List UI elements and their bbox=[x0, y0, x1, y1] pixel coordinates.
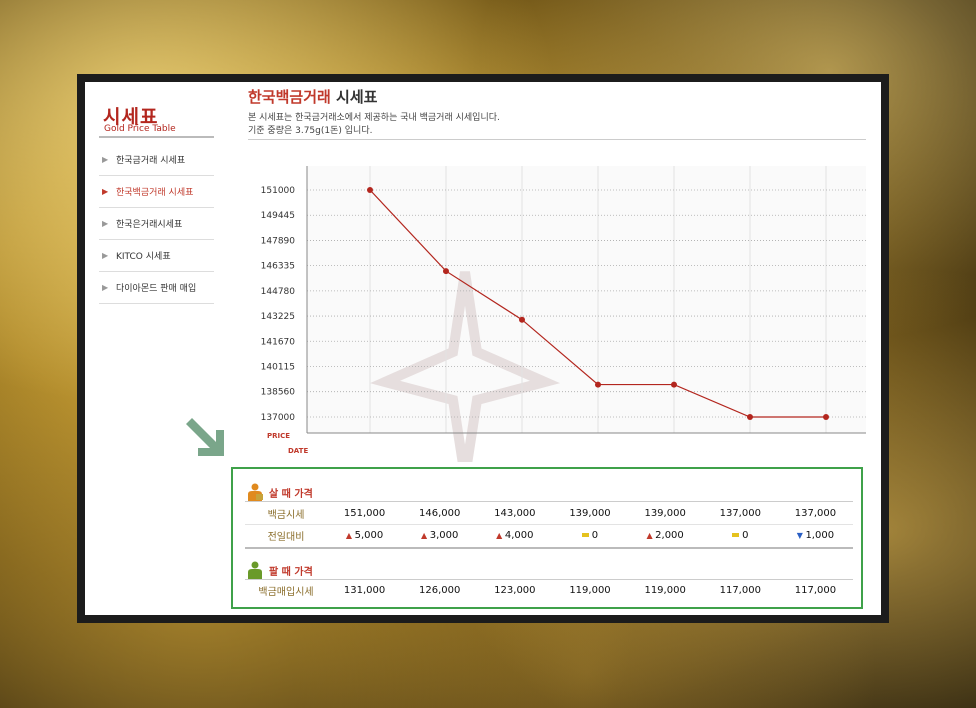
data-point bbox=[443, 268, 449, 275]
change-value: 5,000 bbox=[354, 529, 384, 541]
flat-dash-icon bbox=[732, 532, 740, 537]
price-cell: 119,000 bbox=[569, 584, 611, 596]
buy-price-row: 백금시세 151,000 146,000 143,000 139,000 139… bbox=[245, 503, 853, 523]
price-cell: 139,000 bbox=[569, 507, 611, 519]
change-cell: ▲ 4,000 bbox=[477, 530, 552, 541]
y-tick-label: 146335 bbox=[261, 262, 295, 272]
y-tick-label: 149445 bbox=[261, 211, 295, 221]
data-point bbox=[747, 414, 753, 420]
buy-divider bbox=[245, 501, 853, 502]
change-cell: ▼ 1,000 bbox=[778, 530, 853, 541]
flat-dash-icon bbox=[581, 532, 589, 537]
buy-change-row: 전일대비 ▲ 5,000 ▲ 3,000 ▲ 4,000 0 ▲ 2,000 0 ▼ 1,0… bbox=[245, 525, 853, 545]
change-value: 4,000 bbox=[504, 529, 534, 541]
price-line-chart: 137000 138560 140115 141670 143225 144780 1463… bbox=[261, 166, 866, 462]
buy-title-text: 살 때 가격 bbox=[269, 488, 313, 500]
sell-section-title: 팔 때 가격 bbox=[247, 561, 313, 579]
y-tick-label: 143225 bbox=[261, 312, 295, 322]
x-axis-label: DATE bbox=[288, 447, 308, 455]
y-tick-label: 141670 bbox=[261, 337, 296, 347]
change-value: 0 bbox=[742, 529, 749, 541]
y-tick-label: 147890 bbox=[261, 236, 296, 246]
price-cell: 117,000 bbox=[719, 584, 761, 596]
row-label: 전일대비 bbox=[267, 531, 305, 543]
price-cell: 131,000 bbox=[343, 584, 386, 596]
change-value: 2,000 bbox=[655, 529, 684, 541]
change-value: 1,000 bbox=[805, 529, 835, 541]
price-cell: 151,000 bbox=[343, 507, 386, 519]
person-orange-icon bbox=[247, 483, 263, 501]
plot-area bbox=[307, 166, 866, 433]
row-label: 백금매입시세 bbox=[258, 586, 314, 598]
price-cell: 137,000 bbox=[794, 507, 837, 519]
sell-title-text: 팔 때 가격 bbox=[269, 566, 313, 578]
price-cell: 117,000 bbox=[794, 584, 837, 596]
y-tick-label: 140115 bbox=[261, 362, 295, 372]
price-table-panel: 시세표 Gold Price Table ▶ 한국금거래 시세표 ▶ 한국백금거래 … bbox=[77, 74, 889, 623]
change-cell: 0 bbox=[703, 530, 778, 541]
change-cell: ▲ 3,000 bbox=[402, 530, 477, 541]
data-point bbox=[671, 381, 677, 388]
triangle-up-icon: ▲ bbox=[421, 530, 430, 540]
price-cell: 143,000 bbox=[494, 507, 536, 519]
price-cell: 126,000 bbox=[419, 584, 461, 596]
price-box: 살 때 가격 백금시세 151,000 146,000 143,000 139,… bbox=[231, 467, 863, 609]
sell-price-row: 백금매입시세 131,000 126,000 123,000 119,000 1… bbox=[245, 580, 853, 600]
panel-content: 시세표 Gold Price Table ▶ 한국금거래 시세표 ▶ 한국백금거래 … bbox=[85, 82, 881, 615]
arrow-down-right-icon bbox=[186, 418, 224, 456]
row-label: 백금시세 bbox=[267, 509, 305, 521]
triangle-up-icon: ▲ bbox=[496, 530, 505, 540]
y-tick-label: 144780 bbox=[261, 287, 296, 297]
price-cell: 146,000 bbox=[419, 507, 461, 519]
buy-section-title: 살 때 가격 bbox=[247, 483, 313, 501]
change-cell: 0 bbox=[552, 530, 627, 541]
change-cell: ▲ 5,000 bbox=[327, 530, 402, 541]
change-cell: ▲ 2,000 bbox=[628, 530, 703, 541]
price-cell: 139,000 bbox=[644, 507, 686, 519]
y-axis-label: PRICE bbox=[267, 432, 290, 440]
section-divider bbox=[245, 547, 853, 549]
person-green-icon bbox=[247, 561, 263, 579]
y-tick-label: 138560 bbox=[261, 388, 296, 398]
change-value: 0 bbox=[591, 529, 599, 541]
price-cell: 123,000 bbox=[494, 584, 536, 596]
y-tick-label: 151000 bbox=[261, 186, 296, 196]
price-cell: 119,000 bbox=[644, 584, 686, 596]
data-point bbox=[519, 316, 525, 323]
data-point bbox=[595, 381, 601, 388]
data-point bbox=[367, 187, 373, 193]
data-point bbox=[823, 414, 829, 420]
change-value: 3,000 bbox=[429, 529, 459, 541]
triangle-up-icon: ▲ bbox=[646, 530, 656, 540]
triangle-up-icon: ▲ bbox=[345, 530, 355, 540]
y-tick-label: 137000 bbox=[261, 413, 296, 423]
price-cell: 137,000 bbox=[719, 507, 761, 519]
